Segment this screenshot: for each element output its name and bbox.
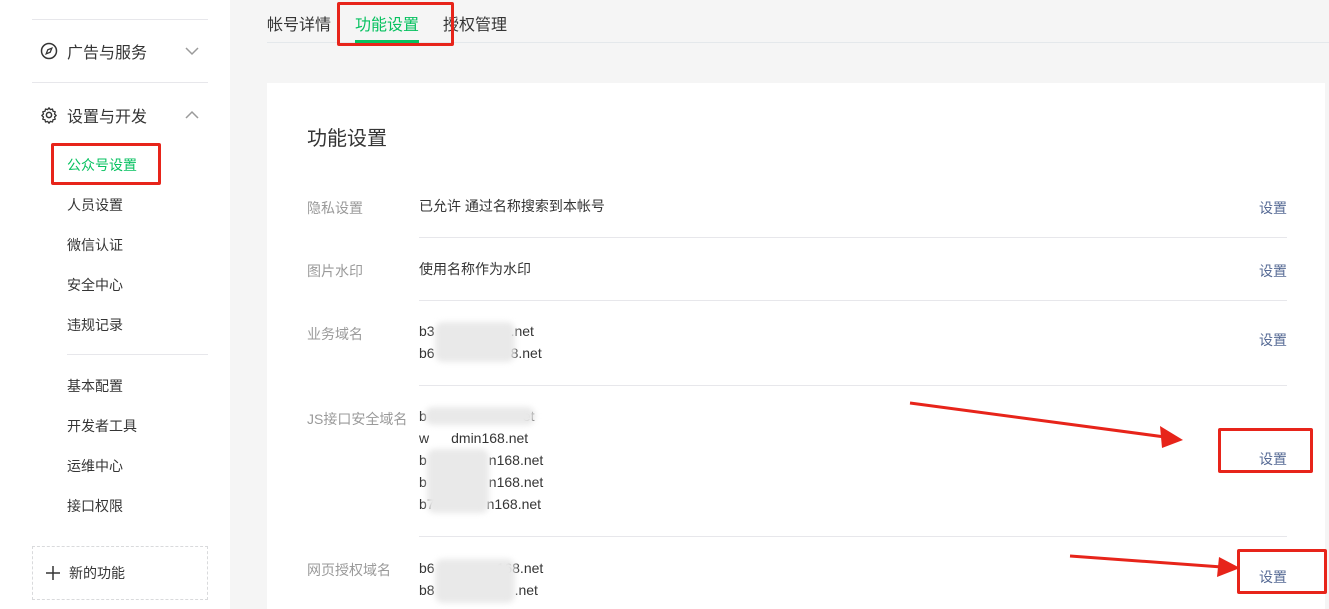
redaction-blur <box>435 559 515 603</box>
redaction-blur <box>435 322 515 362</box>
gear-icon <box>40 106 58 124</box>
new-feature-label: 新的功能 <box>69 565 125 581</box>
nav-group-label: 广告与服务 <box>67 45 148 62</box>
tab-underline-divider <box>267 42 1329 43</box>
domain-value: w dmin168.net <box>419 430 529 446</box>
watermark-settings-link[interactable]: 设置 <box>1259 261 1287 281</box>
privacy-settings-link[interactable]: 设置 <box>1259 198 1287 218</box>
chevron-up-icon[interactable] <box>184 107 200 123</box>
row-label: JS接口安全域名 <box>307 411 408 427</box>
redaction-blur <box>425 407 535 425</box>
settings-row-business-domain: 业务域名 b3 .net b6 8.net 设置 <box>307 320 1287 382</box>
row-divider <box>419 385 1287 386</box>
tab-authorization-management[interactable]: 授权管理 <box>443 11 507 35</box>
sidebar-item-staff-settings[interactable]: 人员设置 <box>67 195 123 215</box>
row-divider <box>419 536 1287 537</box>
sidebar: 广告与服务 设置与开发 公众号设置 人员设置 微信认证 安全中心 违规记录 基本… <box>0 0 230 609</box>
business-domain-settings-link[interactable]: 设置 <box>1259 330 1287 350</box>
nav-group-label: 设置与开发 <box>67 109 148 126</box>
oauth-domain-settings-link[interactable]: 设置 <box>1259 567 1287 587</box>
nav-group-ads[interactable]: 广告与服务 <box>40 39 200 63</box>
row-divider <box>419 300 1287 301</box>
sidebar-item-api-permissions[interactable]: 接口权限 <box>67 496 123 516</box>
sidebar-item-basic-config[interactable]: 基本配置 <box>67 376 123 396</box>
sidebar-item-wechat-verification[interactable]: 微信认证 <box>67 235 123 255</box>
row-value: 使用名称作为水印 <box>419 261 531 277</box>
settings-card: 功能设置 隐私设置 已允许 通过名称搜索到本帐号 设置 图片水印 使用名称作为水… <box>267 83 1325 609</box>
row-label: 业务域名 <box>307 326 363 342</box>
redaction-blur <box>427 449 489 513</box>
sidebar-item-developer-tools[interactable]: 开发者工具 <box>67 416 137 436</box>
js-domain-settings-link[interactable]: 设置 <box>1259 449 1287 469</box>
row-label: 网页授权域名 <box>307 562 391 578</box>
plus-icon <box>45 565 61 581</box>
settings-row-oauth-domain: 网页授权域名 b6 168.net b8 .net 设置 <box>307 557 1287 609</box>
sidebar-item-ops-center[interactable]: 运维中心 <box>67 456 123 476</box>
sidebar-item-account-settings[interactable]: 公众号设置 <box>67 155 137 175</box>
chevron-down-icon[interactable] <box>184 43 200 59</box>
sidebar-item-security-center[interactable]: 安全中心 <box>67 275 123 295</box>
sidebar-item-violation-records[interactable]: 违规记录 <box>67 315 123 335</box>
page-title: 功能设置 <box>307 128 387 150</box>
tab-feature-settings[interactable]: 功能设置 <box>355 11 419 35</box>
row-value: 已允许 通过名称搜索到本帐号 <box>419 198 605 214</box>
tab-account-details[interactable]: 帐号详情 <box>267 11 331 35</box>
nav-group-settings[interactable]: 设置与开发 <box>40 103 200 127</box>
settings-row-js-domain: JS接口安全域名 bet wdmin168.net bn168.net bn16… <box>307 405 1287 515</box>
settings-row-watermark: 图片水印 使用名称作为水印 设置 <box>307 260 1287 300</box>
divider <box>32 19 208 20</box>
row-label: 隐私设置 <box>307 200 363 216</box>
row-label: 图片水印 <box>307 263 363 279</box>
compass-icon <box>40 42 58 60</box>
divider <box>67 354 208 355</box>
active-tab-indicator <box>355 40 419 43</box>
tab-bar: 帐号详情 功能设置 授权管理 <box>230 0 1329 44</box>
settings-row-privacy: 隐私设置 已允许 通过名称搜索到本帐号 设置 <box>307 197 1287 237</box>
new-feature-button[interactable]: 新的功能 <box>32 546 208 600</box>
divider <box>32 82 208 83</box>
row-divider <box>419 237 1287 238</box>
